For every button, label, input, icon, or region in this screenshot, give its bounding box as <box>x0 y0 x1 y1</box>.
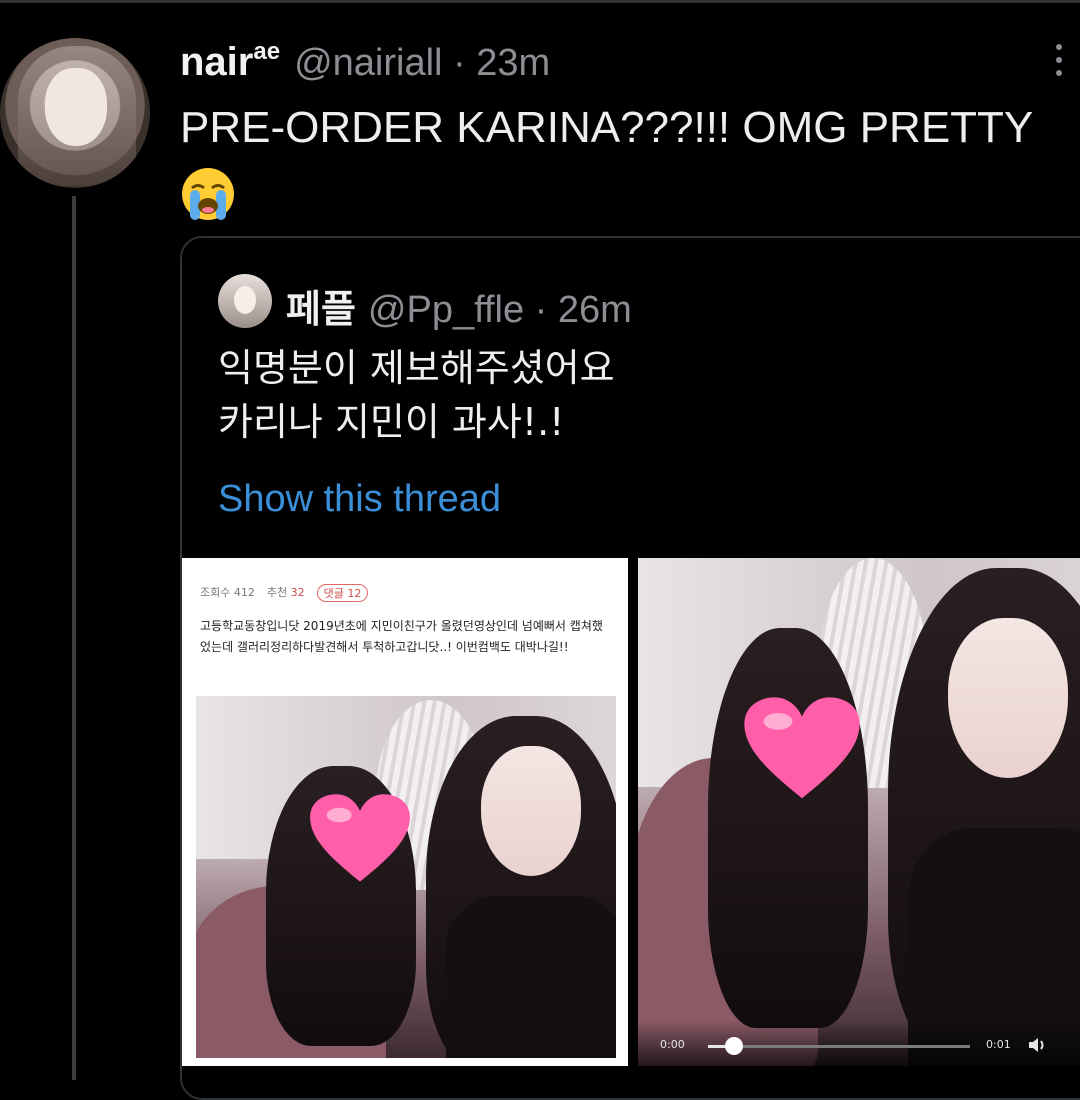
loudly-crying-face-icon <box>182 168 234 220</box>
quoted-author-avatar[interactable] <box>218 274 272 328</box>
likes-label: 추천 <box>266 586 288 599</box>
author-handle-time[interactable]: @nairiall · 23m <box>294 42 550 85</box>
likes-value: 32 <box>290 586 305 599</box>
video-frame <box>638 558 1080 1066</box>
author-name-superscript: ae <box>253 38 281 65</box>
post-photo <box>196 696 616 1058</box>
author-display-name[interactable]: nairae <box>180 38 280 85</box>
volume-icon[interactable] <box>1026 1034 1048 1056</box>
likes-count: 추천 32 <box>267 584 305 602</box>
quoted-tweet-card[interactable]: 페플 @Pp_ffle · 26m 익명분이 제보해주셨어요 카리나 지민이 과… <box>180 236 1080 1100</box>
comments-badge: 댓글 12 <box>316 584 369 602</box>
right-person-face <box>948 618 1068 778</box>
top-divider <box>0 0 1080 3</box>
video-scrubber-handle[interactable] <box>725 1037 744 1055</box>
quoted-text-line: 카리나 지민이 과사!.! <box>218 399 565 444</box>
quoted-tweet-header: 페플 @Pp_ffle · 26m <box>286 278 632 333</box>
left-person-hair <box>708 628 868 1028</box>
video-total-time: 0:01 <box>986 1038 1011 1051</box>
quoted-text-line: 익명분이 제보해주셨어요 <box>218 346 615 390</box>
author-name-text: nair <box>180 40 254 84</box>
author-avatar[interactable] <box>0 38 150 188</box>
video-scrubber[interactable] <box>708 1037 970 1055</box>
media-video[interactable]: 0:00 0:01 <box>638 558 1080 1066</box>
show-thread-link[interactable]: Show this thread <box>218 478 501 521</box>
media-image-community-post[interactable]: 조회수 412 추천 32 댓글 12 고등학교동창입니닷 2019년초에 지민… <box>182 558 628 1066</box>
tweet-header: nairae @nairiall · 23m <box>180 38 550 94</box>
video-current-time: 0:00 <box>660 1038 685 1051</box>
heart-sticker-icon <box>310 794 410 882</box>
more-options-icon[interactable] <box>1049 42 1069 78</box>
heart-sticker-icon <box>744 697 860 799</box>
video-controls: 0:00 0:01 <box>638 1020 1080 1066</box>
post-body-text: 고등학교동창입니닷 2019년초에 지민이친구가 올렸던영상인데 넘예뻐서 캡쳐… <box>200 619 603 654</box>
quoted-handle-time[interactable]: @Pp_ffle · 26m <box>368 289 632 332</box>
tweet-text: PRE-ORDER KARINA???!!! OMG PRETTY <box>180 103 1034 152</box>
quoted-author-name[interactable]: 페플 <box>286 278 356 333</box>
quoted-tweet-text: 익명분이 제보해주셨어요 카리나 지민이 과사!.! <box>218 342 1058 450</box>
right-person-top <box>446 896 616 1058</box>
right-person-face <box>481 746 581 876</box>
views-count: 조회수 412 <box>200 586 255 599</box>
post-meta: 조회수 412 추천 32 댓글 12 <box>200 584 369 602</box>
thread-connector-line <box>72 196 76 1080</box>
quoted-avatar-face <box>234 286 256 314</box>
avatar-face <box>45 68 107 146</box>
